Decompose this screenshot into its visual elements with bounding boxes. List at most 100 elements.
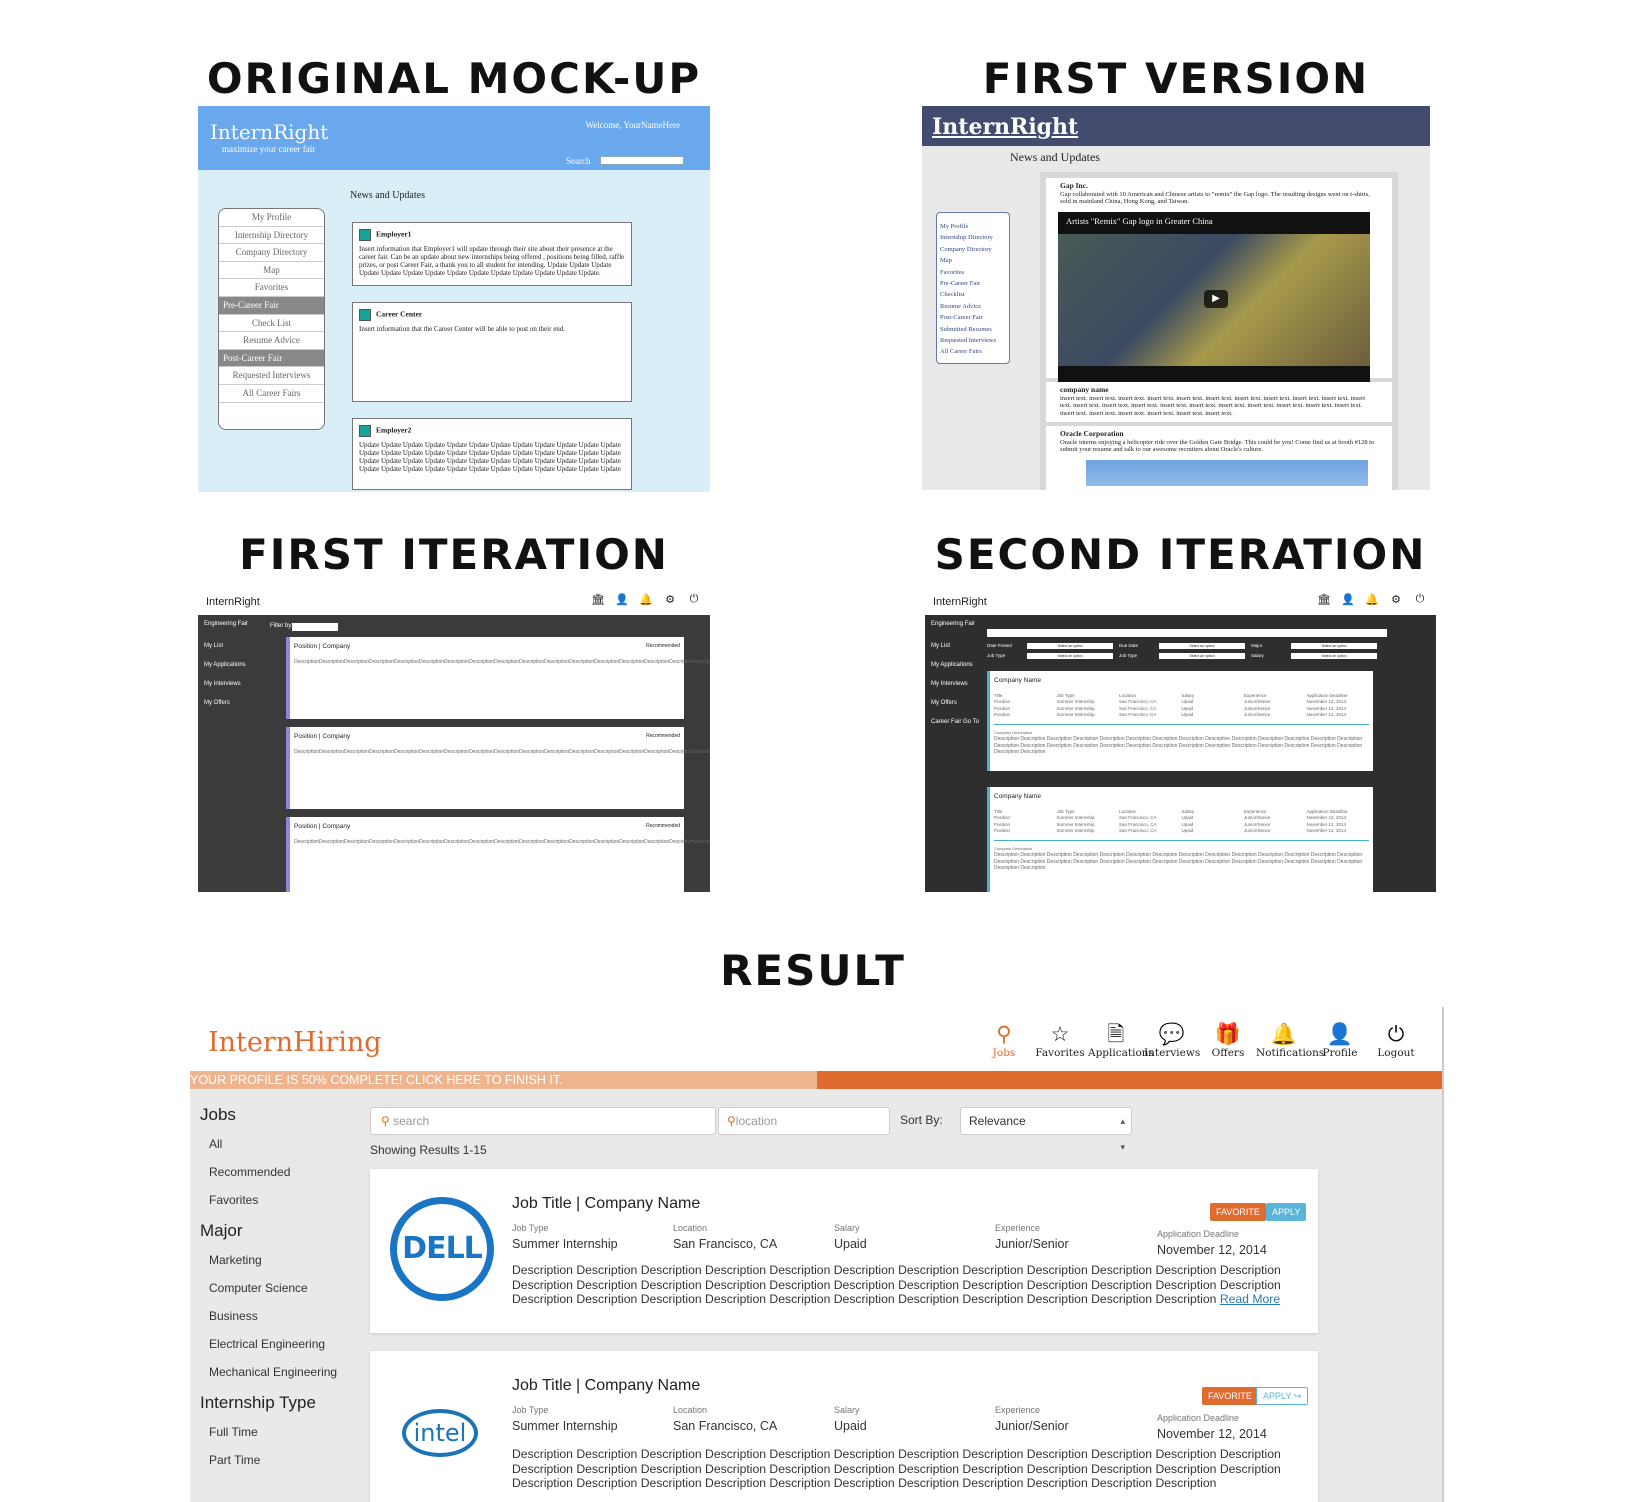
filter-select[interactable]: Select an option <box>1291 643 1377 649</box>
filter-select[interactable]: Select an option <box>1027 643 1113 649</box>
profile-progress-banner[interactable]: YOUR PROFILE IS 50% COMPLETE! CLICK HERE… <box>190 1071 1444 1089</box>
it1-side-item[interactable]: My Offers <box>198 694 284 713</box>
it2-side-item[interactable]: My Offers <box>925 694 987 713</box>
mockup-nav-item[interactable]: All Career Fairs <box>219 385 324 403</box>
read-more-link[interactable]: Read More <box>1220 1292 1280 1306</box>
it1-side-item[interactable]: My Applications <box>198 656 284 675</box>
it2-side-item[interactable]: My List <box>925 637 987 656</box>
first-html-nav-item[interactable]: Company Directory <box>940 244 1006 255</box>
sidebar-item[interactable]: All <box>209 1137 360 1151</box>
it1-filter-input[interactable] <box>292 623 338 631</box>
search-input[interactable]: ⚲ search <box>370 1107 716 1135</box>
it1-card[interactable]: Recommended Position | Company Description… <box>286 727 710 809</box>
first-html-nav-item[interactable]: Internship Directory <box>940 232 1006 243</box>
brand-logo[interactable]: InternHiring <box>208 1027 382 1058</box>
it1-side-item[interactable]: My List <box>198 637 284 656</box>
nav-offers[interactable]: 🎁 Offers <box>1200 1021 1256 1059</box>
sidebar-heading[interactable]: Jobs <box>200 1105 360 1125</box>
job-title[interactable]: Job Title | Company Name <box>512 1195 700 1213</box>
apply-button[interactable]: APPLY ↪ <box>1256 1387 1309 1405</box>
video-player[interactable]: Artists "Remix" Gap logo in Greater Chin… <box>1058 212 1370 388</box>
it2-side-item[interactable]: Career Fair Go To <box>925 713 987 732</box>
sidebar-item[interactable]: Marketing <box>209 1253 360 1267</box>
mockup-nav-item[interactable]: Requested Interviews <box>219 367 324 385</box>
favorite-button[interactable]: FAVORITE <box>1210 1203 1266 1221</box>
job-card[interactable]: DELL Job Title | Company Name Job Type S… <box>370 1169 1318 1333</box>
first-html-nav-item[interactable]: My Profile <box>940 221 1006 232</box>
user-icon[interactable]: 👤 <box>1340 593 1356 606</box>
bell-icon[interactable]: 🔔 <box>1364 593 1380 606</box>
play-icon[interactable]: ▶ <box>1204 290 1228 308</box>
job-card[interactable]: intel Job Title | Company Name Job Type … <box>370 1351 1318 1502</box>
power-icon[interactable]: ⏻ <box>686 593 702 606</box>
first-html-nav-item[interactable]: Submitted Resumes <box>940 324 1006 335</box>
mockup-nav-item[interactable]: Internship Directory <box>219 227 324 245</box>
nav-favorites[interactable]: ☆ Favorites <box>1032 1021 1088 1059</box>
filter-select[interactable]: Select an option <box>1027 653 1113 659</box>
post-text: insert text. insert text. insert text. i… <box>1060 394 1366 417</box>
table-row[interactable]: Position Summer Internship San Francisco, … <box>994 712 1369 719</box>
nav-jobs[interactable]: ⚲ Jobs <box>976 1021 1032 1059</box>
nav-applications[interactable]: 🗎 Applications <box>1088 1021 1154 1059</box>
sidebar-heading[interactable]: Major <box>200 1221 360 1241</box>
it2-search-input[interactable] <box>987 629 1387 637</box>
it1-card[interactable]: Recommended Position | Company Description… <box>286 817 710 892</box>
mockup-nav-item[interactable]: Company Directory <box>219 244 324 262</box>
building-icon[interactable]: 🏛 <box>1316 593 1332 606</box>
mockup-nav-item[interactable]: Pre-Career Fair <box>219 296 324 315</box>
gear-icon[interactable]: ⚙ <box>1388 593 1404 606</box>
nav-logout[interactable]: ⏻ Logout <box>1368 1021 1424 1059</box>
first-html-nav-item[interactable]: Resume Advice <box>940 301 1006 312</box>
first-html-nav-item[interactable]: Requested Interviews <box>940 335 1006 346</box>
mockup-nav-item[interactable]: Post-Career Fair <box>219 349 324 368</box>
filter-select[interactable]: Select an option <box>1291 653 1377 659</box>
mockup-nav-item[interactable]: Favorites <box>219 279 324 297</box>
sort-select[interactable]: Relevance ▴ ▾ <box>960 1107 1132 1152</box>
apply-button[interactable]: APPLY <box>1266 1203 1307 1221</box>
filter-select[interactable]: Select an option <box>1159 643 1245 649</box>
it1-side-item[interactable]: My Interviews <box>198 675 284 694</box>
nav-interviews[interactable]: 💬 Interviews <box>1144 1021 1200 1059</box>
mockup-nav-item[interactable]: Resume Advice <box>219 332 324 350</box>
first-html-logo[interactable]: InternRight <box>932 114 1078 140</box>
first-html-nav-item[interactable]: Favorites <box>940 267 1006 278</box>
sidebar-item[interactable]: Computer Science <box>209 1281 360 1295</box>
first-html-nav-item[interactable]: Checklist <box>940 289 1006 300</box>
mockup-nav-item[interactable]: My Profile <box>219 209 324 227</box>
table-row[interactable]: Position Summer Internship San Francisco, … <box>994 828 1369 835</box>
mockup-search-input[interactable] <box>600 156 684 165</box>
sidebar-item[interactable]: Favorites <box>209 1193 360 1207</box>
it1-logo[interactable]: InternRight <box>206 596 260 608</box>
location-input[interactable]: ⚲location <box>718 1107 890 1135</box>
it2-card[interactable]: Company Name Title Job Type Location Salary… <box>987 671 1373 771</box>
first-html-nav-item[interactable]: Post-Career Fair <box>940 312 1006 323</box>
first-html-nav-item[interactable]: All Career Fairs <box>940 346 1006 357</box>
it2-side-item[interactable]: My Applications <box>925 656 987 675</box>
first-html-nav-item[interactable]: Pre-Career Fair <box>940 278 1006 289</box>
sidebar-item[interactable]: Part Time <box>209 1453 360 1467</box>
profile-banner-text[interactable]: YOUR PROFILE IS 50% COMPLETE! CLICK HERE… <box>190 1071 563 1089</box>
power-icon[interactable]: ⏻ <box>1412 593 1428 606</box>
sidebar-item[interactable]: Full Time <box>209 1425 360 1439</box>
mockup-nav-item[interactable]: Map <box>219 262 324 280</box>
favorite-button[interactable]: FAVORITE <box>1202 1387 1258 1405</box>
it2-side-item[interactable]: My Interviews <box>925 675 987 694</box>
first-html-nav-item[interactable]: Map <box>940 255 1006 266</box>
sidebar-item[interactable]: Recommended <box>209 1165 360 1179</box>
nav-notifications[interactable]: 🔔 Notifications <box>1256 1021 1324 1059</box>
sidebar-heading[interactable]: Internship Type <box>200 1393 360 1413</box>
mockup-nav-item[interactable]: Check List <box>219 315 324 333</box>
sidebar-item[interactable]: Mechanical Engineering <box>209 1365 360 1379</box>
gear-icon[interactable]: ⚙ <box>662 593 678 606</box>
sidebar-item[interactable]: Electrical Engineering <box>209 1337 360 1351</box>
user-icon[interactable]: 👤 <box>614 593 630 606</box>
sidebar-item[interactable]: Business <box>209 1309 360 1323</box>
bell-icon[interactable]: 🔔 <box>638 593 654 606</box>
job-title[interactable]: Job Title | Company Name <box>512 1377 700 1395</box>
filter-select[interactable]: Select an option <box>1159 653 1245 659</box>
nav-profile[interactable]: 👤 Profile <box>1312 1021 1368 1059</box>
it2-card[interactable]: Company Name Title Job Type Location Salary… <box>987 787 1373 892</box>
it1-card[interactable]: Recommended Position | Company Description… <box>286 637 710 719</box>
it2-logo[interactable]: InternRight <box>933 596 987 608</box>
building-icon[interactable]: 🏛 <box>590 593 606 606</box>
